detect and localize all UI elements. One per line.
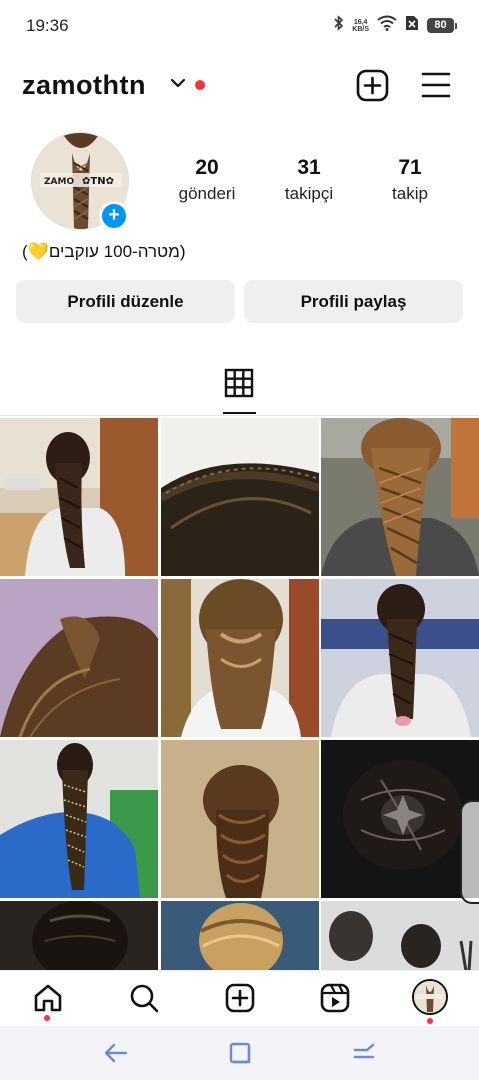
stat-posts-label: gönderi (178, 184, 236, 203)
profile-notification-dot (427, 1018, 433, 1024)
battery-level: 80 (427, 18, 454, 33)
svg-text:✿TN✿: ✿TN✿ (82, 176, 114, 187)
account-username[interactable]: zamothtn (22, 70, 146, 101)
post-tile-8[interactable] (161, 740, 319, 898)
profile-avatar-tab[interactable] (412, 979, 448, 1015)
post-tile-7[interactable] (0, 740, 158, 898)
stat-following[interactable]: 71 takip (355, 156, 465, 204)
post-tile-6[interactable] (321, 579, 479, 737)
wifi-icon (377, 15, 397, 36)
svg-text:ZAMO: ZAMO (44, 177, 74, 187)
profile-header: zamothtn (0, 62, 479, 112)
create-icon[interactable] (225, 983, 255, 1018)
status-icons: 16,4 KB/S 80 (334, 15, 457, 36)
stat-followers-value: 31 (297, 156, 321, 179)
post-tile-11[interactable] (161, 901, 319, 970)
stat-following-label: takip (392, 184, 428, 203)
stat-posts-value: 20 (195, 156, 219, 179)
network-speed-value: 16,4 (353, 18, 368, 26)
edit-profile-button[interactable]: Profili düzenle (16, 280, 235, 323)
post-tile-9[interactable] (321, 740, 479, 898)
search-icon[interactable] (129, 983, 159, 1018)
home-icon[interactable] (33, 983, 63, 1018)
bluetooth-icon (334, 15, 344, 36)
side-panel-handle[interactable] (460, 800, 479, 904)
home-notification-dot (44, 1015, 50, 1021)
stat-followers-label: takipçi (284, 184, 334, 203)
profile-tab-picture (412, 979, 448, 1015)
menu-icon[interactable] (421, 71, 451, 104)
no-sim-icon (405, 15, 419, 36)
create-post-icon[interactable] (356, 69, 389, 107)
bottom-navigation (0, 970, 479, 1026)
post-tile-2[interactable] (161, 418, 319, 576)
post-tile-4[interactable] (0, 579, 158, 737)
chevron-down-icon[interactable] (170, 76, 186, 95)
status-bar: 19:36 16,4 KB/S 80 (0, 0, 479, 52)
post-tile-10[interactable] (0, 901, 158, 970)
post-tile-3[interactable] (321, 418, 479, 576)
active-tab-indicator (223, 412, 256, 414)
stat-posts[interactable]: 20 gönderi (152, 156, 262, 204)
profile-bio: (💛מטרה-100 עוקבים) (22, 242, 186, 261)
post-tile-1[interactable] (0, 418, 158, 576)
grid-icon[interactable] (224, 368, 254, 403)
stat-followers[interactable]: 31 takipçi (254, 156, 364, 204)
back-icon[interactable] (104, 1042, 128, 1069)
stat-following-value: 71 (398, 156, 422, 179)
profile-avatar[interactable]: ZAMO ✿TN✿ + (31, 132, 129, 231)
menu-gesture-icon[interactable] (353, 1042, 375, 1069)
posts-grid (0, 418, 479, 970)
reels-icon[interactable] (320, 983, 350, 1018)
add-story-button[interactable]: + (99, 201, 129, 231)
status-time: 19:36 (26, 16, 69, 35)
network-speed-unit: KB/S (352, 25, 369, 33)
share-profile-button[interactable]: Profili paylaş (244, 280, 463, 323)
system-navigation (0, 1026, 479, 1080)
battery-indicator: 80 (427, 18, 457, 33)
tab-divider (0, 415, 479, 416)
post-tile-12[interactable] (321, 901, 479, 970)
notification-dot (195, 80, 205, 90)
network-speed: 16,4 KB/S (352, 19, 369, 33)
post-tile-5[interactable] (161, 579, 319, 737)
recents-icon[interactable] (229, 1042, 251, 1069)
